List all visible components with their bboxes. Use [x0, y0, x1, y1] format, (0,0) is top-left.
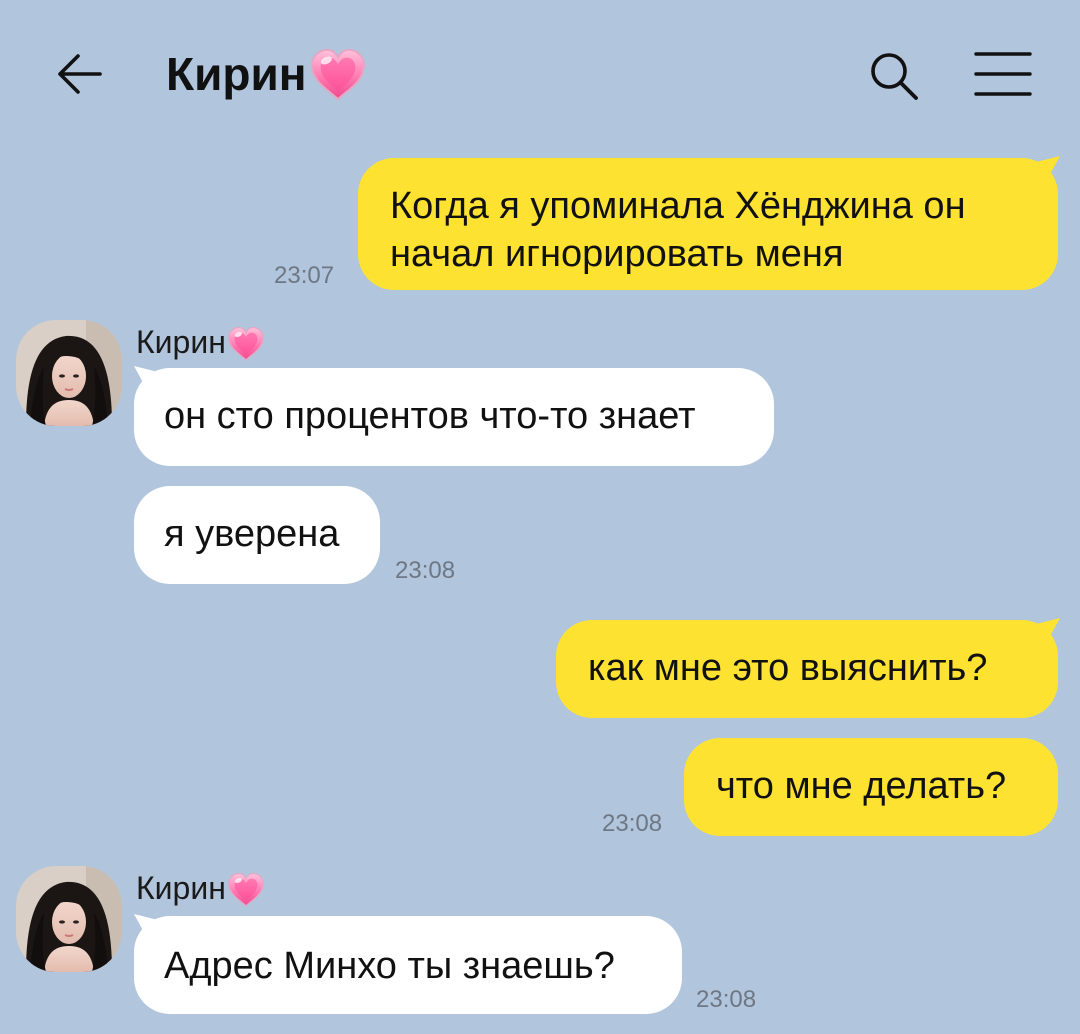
outgoing-message-bubble[interactable]: что мне делать? [684, 738, 1058, 836]
pink-heart-icon [227, 872, 265, 908]
pink-heart-icon [309, 48, 367, 102]
incoming-message-bubble[interactable]: я уверена [134, 486, 380, 584]
message-text: как мне это выяснить? [588, 647, 988, 689]
sender-name-text: Кирин [136, 323, 226, 360]
avatar-photo [16, 866, 122, 972]
incoming-message-bubble[interactable]: он сто процентов что-то знает [134, 368, 774, 466]
message-timestamp: 23:08 [602, 810, 663, 837]
sender-name: Кирин [136, 866, 265, 910]
contact-avatar[interactable] [16, 320, 122, 426]
chat-title: Кирин [166, 42, 367, 106]
bubble-tail [134, 366, 158, 388]
avatar-photo [16, 320, 122, 426]
chat-header: Кирин [0, 0, 1080, 150]
message-text: он сто процентов что-то знает [164, 395, 696, 437]
pink-heart-icon [227, 326, 265, 362]
message-text: я уверена [164, 513, 340, 555]
outgoing-message-bubble[interactable]: Когда я упоминала Хёнджина он начал игно… [358, 158, 1058, 290]
message-timestamp: 23:08 [395, 557, 456, 584]
message-timestamp: 23:07 [274, 262, 335, 289]
message-text-line: начал игнорировать меня [390, 233, 844, 275]
message-timestamp: 23:08 [696, 986, 757, 1013]
message-text: Адрес Минхо ты знаешь? [164, 945, 615, 987]
incoming-message-bubble[interactable]: Адрес Минхо ты знаешь? [134, 916, 682, 1014]
menu-icon [974, 52, 1032, 96]
bubble-tail [1036, 156, 1060, 178]
chat-title-text: Кирин [166, 48, 307, 100]
sender-name: Кирин [136, 320, 265, 364]
search-button[interactable] [866, 48, 922, 104]
menu-button[interactable] [972, 48, 1034, 100]
message-text: что мне делать? [716, 765, 1007, 807]
arrow-left-icon [58, 54, 102, 94]
outgoing-message-bubble[interactable]: как мне это выяснить? [556, 620, 1058, 718]
message-text-line: Когда я упоминала Хёнджина он [390, 185, 966, 227]
search-icon [871, 53, 918, 100]
contact-avatar[interactable] [16, 866, 122, 972]
sender-name-text: Кирин [136, 869, 226, 906]
back-button[interactable] [52, 46, 108, 102]
bubble-tail [1036, 618, 1060, 640]
bubble-tail [134, 914, 158, 936]
